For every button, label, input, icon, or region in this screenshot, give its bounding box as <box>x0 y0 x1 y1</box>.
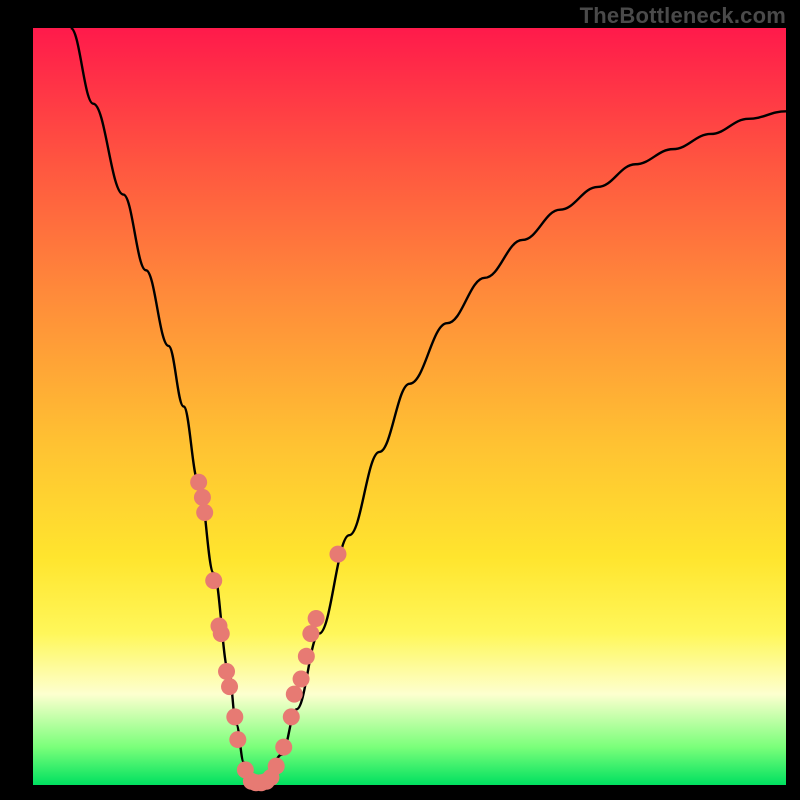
sample-dot <box>218 663 235 680</box>
sample-dots-group <box>190 474 346 792</box>
sample-dot <box>298 648 315 665</box>
sample-dot <box>293 671 310 688</box>
sample-dot <box>308 610 325 627</box>
sample-dot <box>226 708 243 725</box>
sample-dot <box>221 678 238 695</box>
sample-dot <box>194 489 211 506</box>
sample-dot <box>275 739 292 756</box>
sample-dot <box>268 758 285 775</box>
sample-dot <box>302 625 319 642</box>
outer-frame: TheBottleneck.com <box>0 0 800 800</box>
chart-svg <box>0 0 800 800</box>
sample-dot <box>213 625 230 642</box>
bottleneck-curve <box>71 28 786 785</box>
sample-dot <box>190 474 207 491</box>
sample-dot <box>329 546 346 563</box>
sample-dot <box>286 686 303 703</box>
sample-dot <box>205 572 222 589</box>
sample-dot <box>283 708 300 725</box>
sample-dot <box>229 731 246 748</box>
sample-dot <box>196 504 213 521</box>
